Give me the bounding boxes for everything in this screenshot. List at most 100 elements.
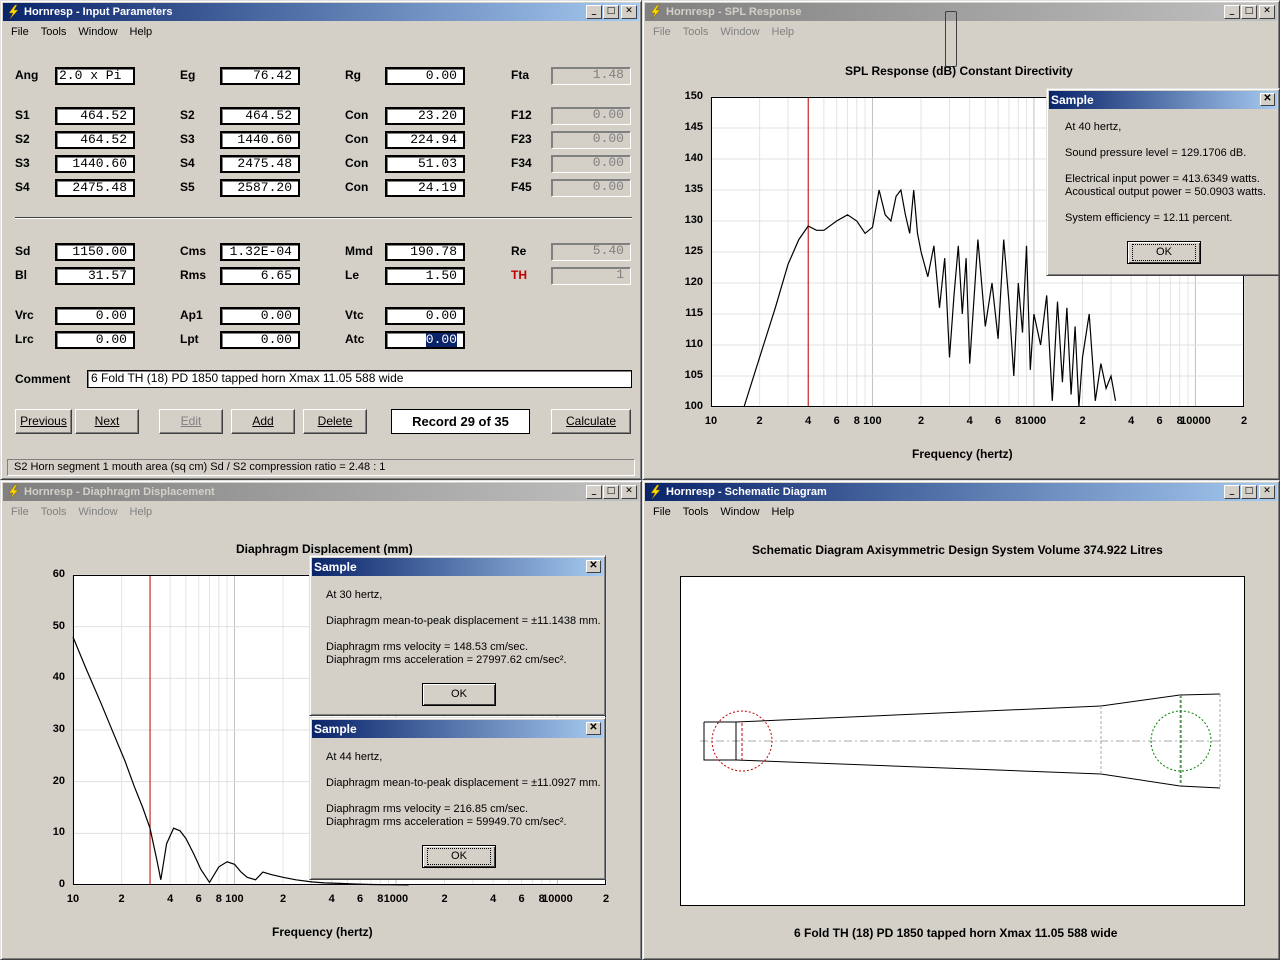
minimize-button[interactable]: _ bbox=[586, 5, 602, 19]
close-button[interactable]: ✕ bbox=[621, 5, 637, 19]
add-button[interactable]: Add bbox=[231, 409, 295, 434]
next-button[interactable]: Next bbox=[75, 409, 139, 434]
maximize-button[interactable]: □ bbox=[603, 5, 619, 19]
menu-file[interactable]: File bbox=[5, 26, 35, 38]
menu-tools[interactable]: Tools bbox=[35, 26, 73, 38]
previous-button[interactable]: Previous bbox=[15, 409, 72, 434]
y-tick-label: 30 bbox=[52, 723, 65, 735]
calculate-button[interactable]: Calculate bbox=[551, 409, 631, 434]
y-tick-label: 140 bbox=[684, 152, 703, 164]
selected-text: 0.00 bbox=[425, 332, 457, 347]
dialog-title: Sample bbox=[1049, 91, 1277, 109]
displacement-sample-dialog-1: Sample ✕ At 30 hertz, Diaphragm mean-to-… bbox=[309, 555, 606, 716]
menu-help[interactable]: Help bbox=[766, 26, 801, 38]
minimize-button[interactable]: _ bbox=[1224, 5, 1240, 19]
param-field-lpt[interactable]: 0.00 bbox=[220, 331, 300, 349]
dialog-text: Acoustical output power = 50.0903 watts. bbox=[1065, 186, 1266, 198]
param-field-rms[interactable]: 6.65 bbox=[220, 267, 300, 285]
close-button[interactable]: ✕ bbox=[1259, 5, 1275, 19]
param-field-con[interactable]: 23.20 bbox=[385, 107, 465, 125]
disp-title-bar[interactable]: Hornresp - Diaphragm Displacement _ □ ✕ bbox=[3, 483, 639, 501]
menu-bar: File Tools Window Help bbox=[647, 503, 800, 521]
menu-help[interactable]: Help bbox=[766, 506, 801, 518]
maximize-button[interactable]: □ bbox=[603, 485, 619, 499]
param-field-s1[interactable]: 464.52 bbox=[55, 107, 135, 125]
minimize-button[interactable]: _ bbox=[1224, 485, 1240, 499]
x-tick-label: 2 bbox=[918, 415, 925, 427]
param-field-con[interactable]: 24.19 bbox=[385, 179, 465, 197]
close-button[interactable]: ✕ bbox=[1259, 485, 1275, 499]
param-field-lrc[interactable]: 0.00 bbox=[55, 331, 135, 349]
param-field-s3[interactable]: 1440.60 bbox=[220, 131, 300, 149]
param-field-s2[interactable]: 464.52 bbox=[220, 107, 300, 125]
param-field-s5[interactable]: 2587.20 bbox=[220, 179, 300, 197]
param-field-f45[interactable]: 0.00 bbox=[551, 179, 631, 197]
menu-help[interactable]: Help bbox=[124, 506, 159, 518]
close-icon[interactable]: ✕ bbox=[586, 560, 601, 573]
param-field-ap1[interactable]: 0.00 bbox=[220, 307, 300, 325]
param-label-f23: F23 bbox=[511, 132, 532, 146]
menu-window[interactable]: Window bbox=[714, 506, 765, 518]
param-field-cms[interactable]: 1.32E-04 bbox=[220, 243, 300, 261]
menu-file[interactable]: File bbox=[647, 506, 677, 518]
param-label-con: Con bbox=[345, 132, 369, 146]
param-field-sd[interactable]: 1150.00 bbox=[55, 243, 135, 261]
param-field-rg[interactable]: 0.00 bbox=[385, 67, 465, 85]
menu-bar: File Tools Window Help bbox=[5, 503, 158, 521]
menu-file[interactable]: File bbox=[647, 26, 677, 38]
param-field-s4[interactable]: 2475.48 bbox=[55, 179, 135, 197]
close-button[interactable]: ✕ bbox=[621, 485, 637, 499]
chart-title: Schematic Diagram Axisymmetric Design Sy… bbox=[752, 543, 1163, 557]
close-icon[interactable]: ✕ bbox=[586, 722, 601, 735]
param-field-re[interactable]: 5.40 bbox=[551, 243, 631, 261]
menu-window[interactable]: Window bbox=[72, 26, 123, 38]
param-field-con[interactable]: 51.03 bbox=[385, 155, 465, 173]
y-tick-label: 0 bbox=[58, 878, 65, 890]
param-field-f23[interactable]: 0.00 bbox=[551, 131, 631, 149]
input-title-bar[interactable]: Hornresp - Input Parameters _ □ ✕ bbox=[3, 3, 639, 21]
ok-button[interactable]: OK bbox=[1127, 241, 1201, 264]
param-field-f34[interactable]: 0.00 bbox=[551, 155, 631, 173]
param-label-s3: S3 bbox=[15, 156, 30, 170]
schematic-title-bar[interactable]: Hornresp - Schematic Diagram _ □ ✕ bbox=[645, 483, 1277, 501]
y-tick-label: 20 bbox=[52, 774, 65, 787]
param-field-le[interactable]: 1.50 bbox=[385, 267, 465, 285]
spl-title-bar[interactable]: Hornresp - SPL Response _ □ ✕ bbox=[645, 3, 1277, 21]
edit-button[interactable]: Edit bbox=[159, 409, 223, 434]
param-field-s4[interactable]: 2475.48 bbox=[220, 155, 300, 173]
menu-tools[interactable]: Tools bbox=[677, 506, 715, 518]
param-field-f12[interactable]: 0.00 bbox=[551, 107, 631, 125]
param-field-th[interactable]: 1 bbox=[551, 267, 631, 285]
param-field-ang[interactable]: 2.0 x Pi bbox=[55, 67, 135, 85]
ok-button[interactable]: OK bbox=[422, 845, 496, 868]
delete-button[interactable]: Delete bbox=[303, 409, 367, 434]
param-field-bl[interactable]: 31.57 bbox=[55, 267, 135, 285]
dialog-text: At 44 hertz, bbox=[326, 751, 383, 763]
param-field-s3[interactable]: 1440.60 bbox=[55, 155, 135, 173]
minimize-button[interactable]: _ bbox=[586, 485, 602, 499]
close-icon[interactable]: ✕ bbox=[1260, 93, 1275, 106]
menu-tools[interactable]: Tools bbox=[677, 26, 715, 38]
maximize-button[interactable]: □ bbox=[1241, 5, 1257, 19]
y-tick-label: 100 bbox=[684, 400, 703, 412]
menu-window[interactable]: Window bbox=[714, 26, 765, 38]
param-field-vrc[interactable]: 0.00 bbox=[55, 307, 135, 325]
menu-file[interactable]: File bbox=[5, 506, 35, 518]
dialog-text: Diaphragm rms acceleration = 59949.70 cm… bbox=[326, 816, 567, 828]
ok-button[interactable]: OK bbox=[422, 683, 496, 706]
menu-help[interactable]: Help bbox=[124, 26, 159, 38]
param-field-fta[interactable]: 1.48 bbox=[551, 67, 631, 85]
param-field-con[interactable]: 224.94 bbox=[385, 131, 465, 149]
param-label-s2: S2 bbox=[180, 108, 195, 122]
param-field-atc[interactable]: 0.00 bbox=[385, 331, 465, 349]
param-field-eg[interactable]: 76.42 bbox=[220, 67, 300, 85]
param-field-s2[interactable]: 464.52 bbox=[55, 131, 135, 149]
y-tick-label: 10 bbox=[52, 826, 65, 839]
maximize-button[interactable]: □ bbox=[1241, 485, 1257, 499]
comment-field[interactable]: 6 Fold TH (18) PD 1850 tapped horn Xmax … bbox=[87, 370, 632, 388]
menu-window[interactable]: Window bbox=[72, 506, 123, 518]
menu-tools[interactable]: Tools bbox=[35, 506, 73, 518]
param-field-mmd[interactable]: 190.78 bbox=[385, 243, 465, 261]
x-axis-label: Frequency (hertz) bbox=[912, 447, 1013, 461]
param-field-vtc[interactable]: 0.00 bbox=[385, 307, 465, 325]
